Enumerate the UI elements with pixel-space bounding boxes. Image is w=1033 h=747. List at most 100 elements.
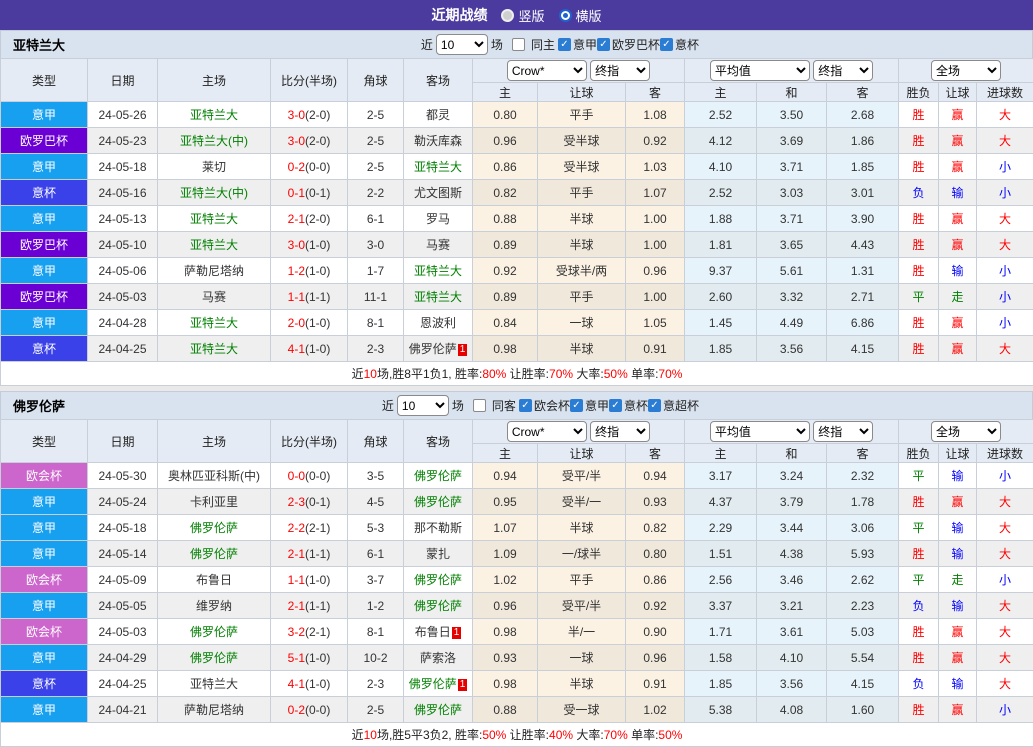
checkbox-checked-icon[interactable]: ✓ bbox=[609, 399, 622, 412]
league-filter-label: 意甲 bbox=[573, 36, 597, 53]
odds-away: 0.96 bbox=[626, 258, 685, 284]
result-outcome: 平 bbox=[899, 463, 939, 489]
layout-radio-vertical[interactable]: 竖版 bbox=[501, 6, 544, 25]
summary-text-segment: 80% bbox=[482, 367, 506, 381]
league-filter[interactable]: ✓欧罗巴杯 bbox=[597, 36, 660, 53]
result-outcome: 胜 bbox=[899, 232, 939, 258]
odds-source-select[interactable]: Crow* bbox=[507, 60, 587, 81]
odds-away: 0.94 bbox=[626, 463, 685, 489]
result-outcome: 胜 bbox=[899, 336, 939, 362]
odds-handicap: 受球半/两 bbox=[538, 258, 626, 284]
odds-away: 1.05 bbox=[626, 310, 685, 336]
checkbox-checked-icon[interactable]: ✓ bbox=[660, 38, 673, 51]
result-outcome: 胜 bbox=[899, 258, 939, 284]
checkbox-checked-icon[interactable]: ✓ bbox=[570, 399, 583, 412]
corner-score: 8-1 bbox=[348, 310, 404, 336]
league-filter[interactable]: ✓意甲 bbox=[558, 36, 597, 53]
league-filter[interactable]: ✓意超杯 bbox=[648, 397, 699, 414]
result-handicap: 输 bbox=[939, 463, 977, 489]
checkbox-checked-icon[interactable]: ✓ bbox=[558, 38, 571, 51]
result-outcome: 负 bbox=[899, 671, 939, 697]
layout-radio-horizontal[interactable]: 横版 bbox=[559, 6, 602, 25]
avg-stage-select[interactable]: 终指 bbox=[813, 60, 873, 81]
odds-away: 0.92 bbox=[626, 128, 685, 154]
avg-away-odds: 5.93 bbox=[827, 541, 899, 567]
rounds-select[interactable]: 10 bbox=[436, 34, 488, 55]
corner-score: 2-3 bbox=[348, 336, 404, 362]
odds-home: 0.93 bbox=[473, 645, 538, 671]
league-filter[interactable]: ✓意甲 bbox=[570, 397, 609, 414]
away-team: 亚特兰大 bbox=[404, 154, 473, 180]
match-score: 4-1(1-0) bbox=[271, 671, 348, 697]
same-venue-label: 同主 bbox=[531, 36, 555, 53]
radio-unselected-icon[interactable] bbox=[501, 9, 514, 22]
rounds-select[interactable]: 10 bbox=[397, 395, 449, 416]
checkbox-checked-icon[interactable]: ✓ bbox=[519, 399, 532, 412]
result-outcome: 负 bbox=[899, 180, 939, 206]
odds-source-select[interactable]: Crow* bbox=[507, 421, 587, 442]
corner-score: 10-2 bbox=[348, 645, 404, 671]
home-team: 亚特兰大 bbox=[158, 671, 271, 697]
avg-away-odds: 1.60 bbox=[827, 697, 899, 723]
summary-text-segment: 70% bbox=[658, 367, 682, 381]
corner-score: 2-5 bbox=[348, 128, 404, 154]
match-score: 0-1(0-1) bbox=[271, 180, 348, 206]
avg-source-select[interactable]: 平均值 bbox=[710, 421, 810, 442]
match-score: 2-1(1-1) bbox=[271, 593, 348, 619]
result-handicap: 输 bbox=[939, 258, 977, 284]
result-outcome: 平 bbox=[899, 284, 939, 310]
league-filter[interactable]: ✓意杯 bbox=[609, 397, 648, 414]
match-date: 24-04-29 bbox=[88, 645, 158, 671]
odds-home: 0.88 bbox=[473, 697, 538, 723]
page-title: 近期战绩 bbox=[431, 5, 487, 25]
avg-draw-odds: 4.08 bbox=[757, 697, 827, 723]
match-score: 3-0(1-0) bbox=[271, 232, 348, 258]
checkbox-checked-icon[interactable]: ✓ bbox=[648, 399, 661, 412]
checkbox-unchecked-icon[interactable] bbox=[473, 399, 486, 412]
avg-draw-odds: 4.10 bbox=[757, 645, 827, 671]
match-date: 24-05-23 bbox=[88, 128, 158, 154]
odds-stage-select[interactable]: 终指 bbox=[590, 421, 650, 442]
col-res-handicap: 让球 bbox=[939, 444, 977, 463]
odds-handicap: 平手 bbox=[538, 284, 626, 310]
avg-stage-select[interactable]: 终指 bbox=[813, 421, 873, 442]
home-team: 佛罗伦萨 bbox=[158, 541, 271, 567]
corner-score: 3-7 bbox=[348, 567, 404, 593]
odds-away: 0.90 bbox=[626, 619, 685, 645]
result-outcome: 平 bbox=[899, 567, 939, 593]
same-venue-filter[interactable]: 同客 bbox=[467, 397, 516, 414]
match-score: 2-2(2-1) bbox=[271, 515, 348, 541]
scope-select[interactable]: 全场 bbox=[931, 421, 1001, 442]
odds-stage-select[interactable]: 终指 bbox=[590, 60, 650, 81]
col-res-goals: 进球数 bbox=[977, 83, 1033, 102]
avg-home-odds: 5.38 bbox=[685, 697, 757, 723]
odds-home: 0.94 bbox=[473, 463, 538, 489]
match-row: 意甲24-05-13亚特兰大2-1(2-0)6-1罗马0.88半球1.001.8… bbox=[1, 206, 1033, 232]
result-handicap: 赢 bbox=[939, 697, 977, 723]
avg-source-select[interactable]: 平均值 bbox=[710, 60, 810, 81]
avg-away-odds: 4.15 bbox=[827, 336, 899, 362]
corner-score: 2-3 bbox=[348, 671, 404, 697]
summary-text-segment: 场,胜8平1负1, 胜率: bbox=[377, 367, 482, 381]
match-row: 意杯24-05-16亚特兰大(中)0-1(0-1)2-2尤文图斯0.82平手1.… bbox=[1, 180, 1033, 206]
result-handicap: 赢 bbox=[939, 206, 977, 232]
league-badge: 意杯 bbox=[1, 180, 88, 206]
league-filter[interactable]: ✓意杯 bbox=[660, 36, 699, 53]
scope-select[interactable]: 全场 bbox=[931, 60, 1001, 81]
corner-score: 6-1 bbox=[348, 206, 404, 232]
summary-text-segment: 单率: bbox=[628, 367, 659, 381]
match-score: 5-1(1-0) bbox=[271, 645, 348, 671]
same-venue-filter[interactable]: 同主 bbox=[506, 36, 555, 53]
checkbox-checked-icon[interactable]: ✓ bbox=[597, 38, 610, 51]
league-badge: 意甲 bbox=[1, 593, 88, 619]
avg-home-odds: 2.60 bbox=[685, 284, 757, 310]
checkbox-unchecked-icon[interactable] bbox=[512, 38, 525, 51]
league-filter[interactable]: ✓欧会杯 bbox=[519, 397, 570, 414]
odds-handicap: 受半球 bbox=[538, 154, 626, 180]
home-team: 亚特兰大 bbox=[158, 310, 271, 336]
league-filter-label: 欧罗巴杯 bbox=[612, 36, 660, 53]
match-date: 24-04-25 bbox=[88, 336, 158, 362]
league-badge: 欧罗巴杯 bbox=[1, 284, 88, 310]
radio-selected-icon[interactable] bbox=[559, 9, 572, 22]
matches-label: 场 bbox=[452, 397, 464, 414]
